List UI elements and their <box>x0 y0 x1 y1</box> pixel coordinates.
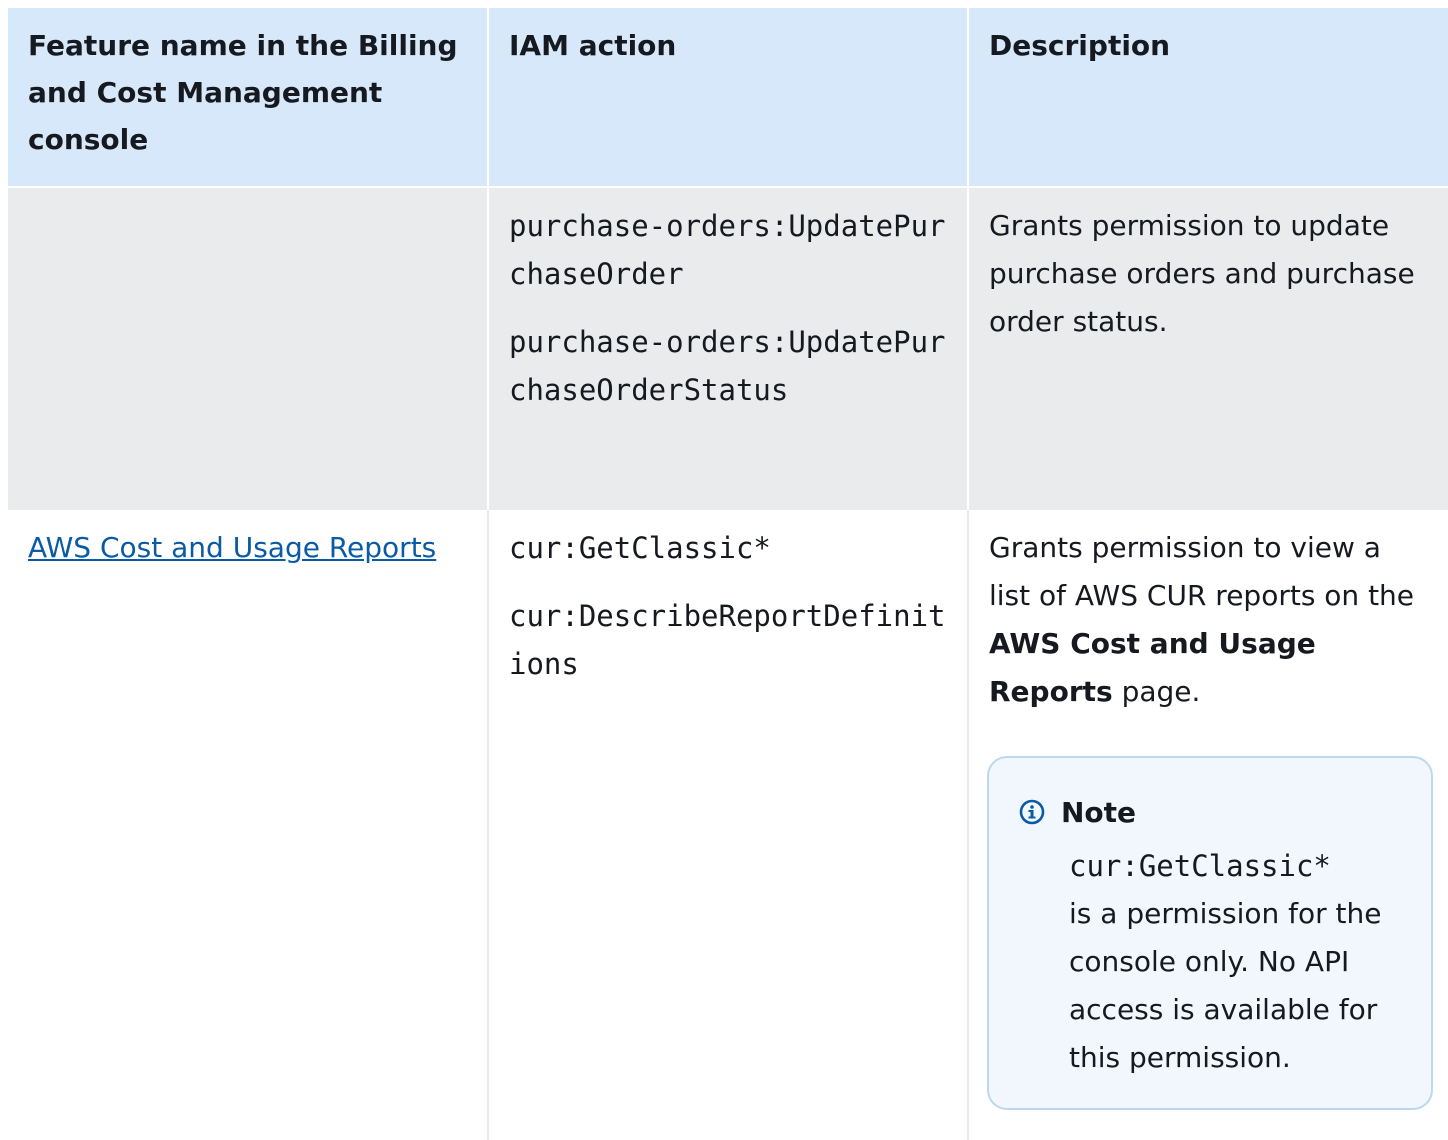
iam-action-cell: purchase-orders:UpdatePurchaseOrder purc… <box>488 187 969 509</box>
header-description: Description <box>968 8 1448 187</box>
description-text-start: Grants permission to view a list of AWS … <box>989 531 1415 612</box>
note-title: Note <box>1061 795 1137 829</box>
iam-action-code: cur:GetClassic* <box>509 531 771 565</box>
iam-action-cell: cur:GetClassic* cur:DescribeReportDefini… <box>488 509 969 1140</box>
header-feature-name-label: Feature name in the Billing and Cost Man… <box>28 29 458 156</box>
info-icon <box>1019 799 1045 825</box>
description-text-end: page. <box>1112 675 1201 708</box>
description-text: Grants permission to update purchase ord… <box>989 209 1415 338</box>
table-row: AWS Cost and Usage Reports cur:GetClassi… <box>8 509 1448 1140</box>
description-cell: Grants permission to update purchase ord… <box>968 187 1448 509</box>
note-callout: Note cur:GetClassic* is a permission for… <box>987 756 1433 1110</box>
feature-cell: AWS Cost and Usage Reports <box>8 509 489 1140</box>
note-body: cur:GetClassic* is a permission for the … <box>1069 842 1401 1082</box>
note-code: cur:GetClassic* <box>1069 849 1331 883</box>
header-feature-name: Feature name in the Billing and Cost Man… <box>8 8 489 187</box>
table-row: purchase-orders:UpdatePurchaseOrder purc… <box>8 187 1448 509</box>
table-header-row: Feature name in the Billing and Cost Man… <box>8 8 1448 187</box>
note-text: is a permission for the console only. No… <box>1069 897 1382 1074</box>
aws-cost-and-usage-reports-link[interactable]: AWS Cost and Usage Reports <box>28 524 436 572</box>
note-header: Note <box>1019 792 1401 832</box>
description-text: Grants permission to view a list of AWS … <box>969 524 1448 716</box>
header-iam-action-label: IAM action <box>509 29 677 62</box>
header-iam-action: IAM action <box>488 8 969 187</box>
iam-action-code: purchase-orders:UpdatePurchaseOrder <box>509 209 946 291</box>
iam-action-code: purchase-orders:UpdatePurchaseOrderStatu… <box>509 325 946 407</box>
description-cell: Grants permission to view a list of AWS … <box>968 509 1448 1140</box>
header-description-label: Description <box>989 29 1171 62</box>
feature-cell <box>8 187 489 509</box>
iam-action-code: cur:DescribeReportDefinitions <box>509 599 946 681</box>
permissions-table: Feature name in the Billing and Cost Man… <box>8 8 1448 1140</box>
